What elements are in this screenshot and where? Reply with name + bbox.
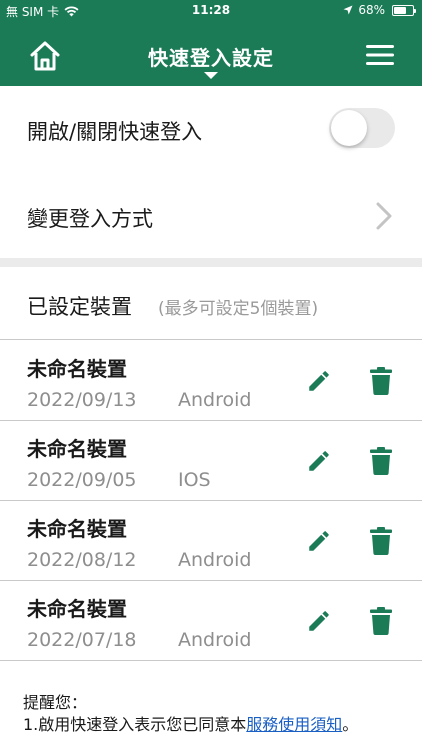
quick-login-toggle[interactable] — [329, 108, 395, 148]
toggle-knob — [331, 110, 367, 146]
delete-trash-icon[interactable] — [370, 527, 392, 555]
location-arrow-icon — [343, 5, 353, 15]
device-os: Android — [178, 389, 252, 411]
device-os: Android — [178, 549, 252, 571]
device-date: 2022/07/18 — [27, 629, 137, 651]
device-row: 未命名裝置 2022/09/05 IOS — [0, 421, 422, 501]
devices-section-title: 已設定裝置 — [27, 295, 132, 319]
reminder-line-1-prefix: 1.啟用快速登入表示您已同意本 — [23, 715, 247, 734]
device-row: 未命名裝置 2022/07/18 Android — [0, 581, 422, 661]
reminder-line-1: 1.啟用快速登入表示您已同意本服務使用須知。 — [23, 714, 403, 736]
device-os: Android — [178, 629, 252, 651]
device-os: IOS — [178, 469, 211, 491]
delete-trash-icon[interactable] — [370, 447, 392, 475]
battery-fill — [394, 6, 406, 14]
reminder-line-1-suffix: 。 — [342, 715, 359, 734]
quick-login-toggle-row: 開啟/關閉快速登入 — [0, 86, 422, 174]
device-name: 未命名裝置 — [27, 517, 127, 541]
device-date: 2022/09/05 — [27, 469, 137, 491]
device-name: 未命名裝置 — [27, 597, 127, 621]
delete-trash-icon[interactable] — [370, 367, 392, 395]
quick-login-toggle-label: 開啟/關閉快速登入 — [27, 120, 203, 144]
delete-trash-icon[interactable] — [370, 607, 392, 635]
section-divider — [0, 258, 422, 267]
change-login-method-label: 變更登入方式 — [27, 207, 153, 231]
edit-pencil-icon[interactable] — [306, 528, 332, 554]
terms-of-service-link[interactable]: 服務使用須知 — [246, 715, 342, 734]
menu-button[interactable] — [366, 44, 394, 66]
status-bar: 無 SIM 卡 11:28 68% — [0, 0, 422, 20]
edit-pencil-icon[interactable] — [306, 608, 332, 634]
device-date: 2022/09/13 — [27, 389, 137, 411]
device-name: 未命名裝置 — [27, 357, 127, 381]
change-login-method-row[interactable]: 變更登入方式 — [0, 174, 422, 258]
reminder-heading: 提醒您： — [23, 693, 88, 712]
edit-pencil-icon[interactable] — [306, 368, 332, 394]
devices-section-note: (最多可設定5個裝置) — [158, 299, 319, 319]
edit-pencil-icon[interactable] — [306, 448, 332, 474]
nav-bar: 快速登入設定 — [0, 20, 422, 86]
page-title: 快速登入設定 — [148, 46, 274, 70]
device-row: 未命名裝置 2022/09/13 Android — [0, 341, 422, 421]
device-row: 未命名裝置 2022/08/12 Android — [0, 501, 422, 581]
devices-section-header: 已設定裝置 (最多可設定5個裝置) — [0, 267, 422, 340]
device-name: 未命名裝置 — [27, 437, 127, 461]
chevron-right-icon — [376, 202, 392, 230]
device-date: 2022/08/12 — [27, 549, 137, 571]
hamburger-menu-icon — [366, 45, 394, 65]
reminder-text: 提醒您： 1.啟用快速登入表示您已同意本服務使用須知。 — [23, 692, 403, 736]
status-right: 68% — [343, 3, 416, 17]
battery-percent: 68% — [358, 3, 385, 17]
title-dropdown-caret-icon[interactable] — [204, 72, 218, 79]
battery-icon — [392, 4, 416, 16]
